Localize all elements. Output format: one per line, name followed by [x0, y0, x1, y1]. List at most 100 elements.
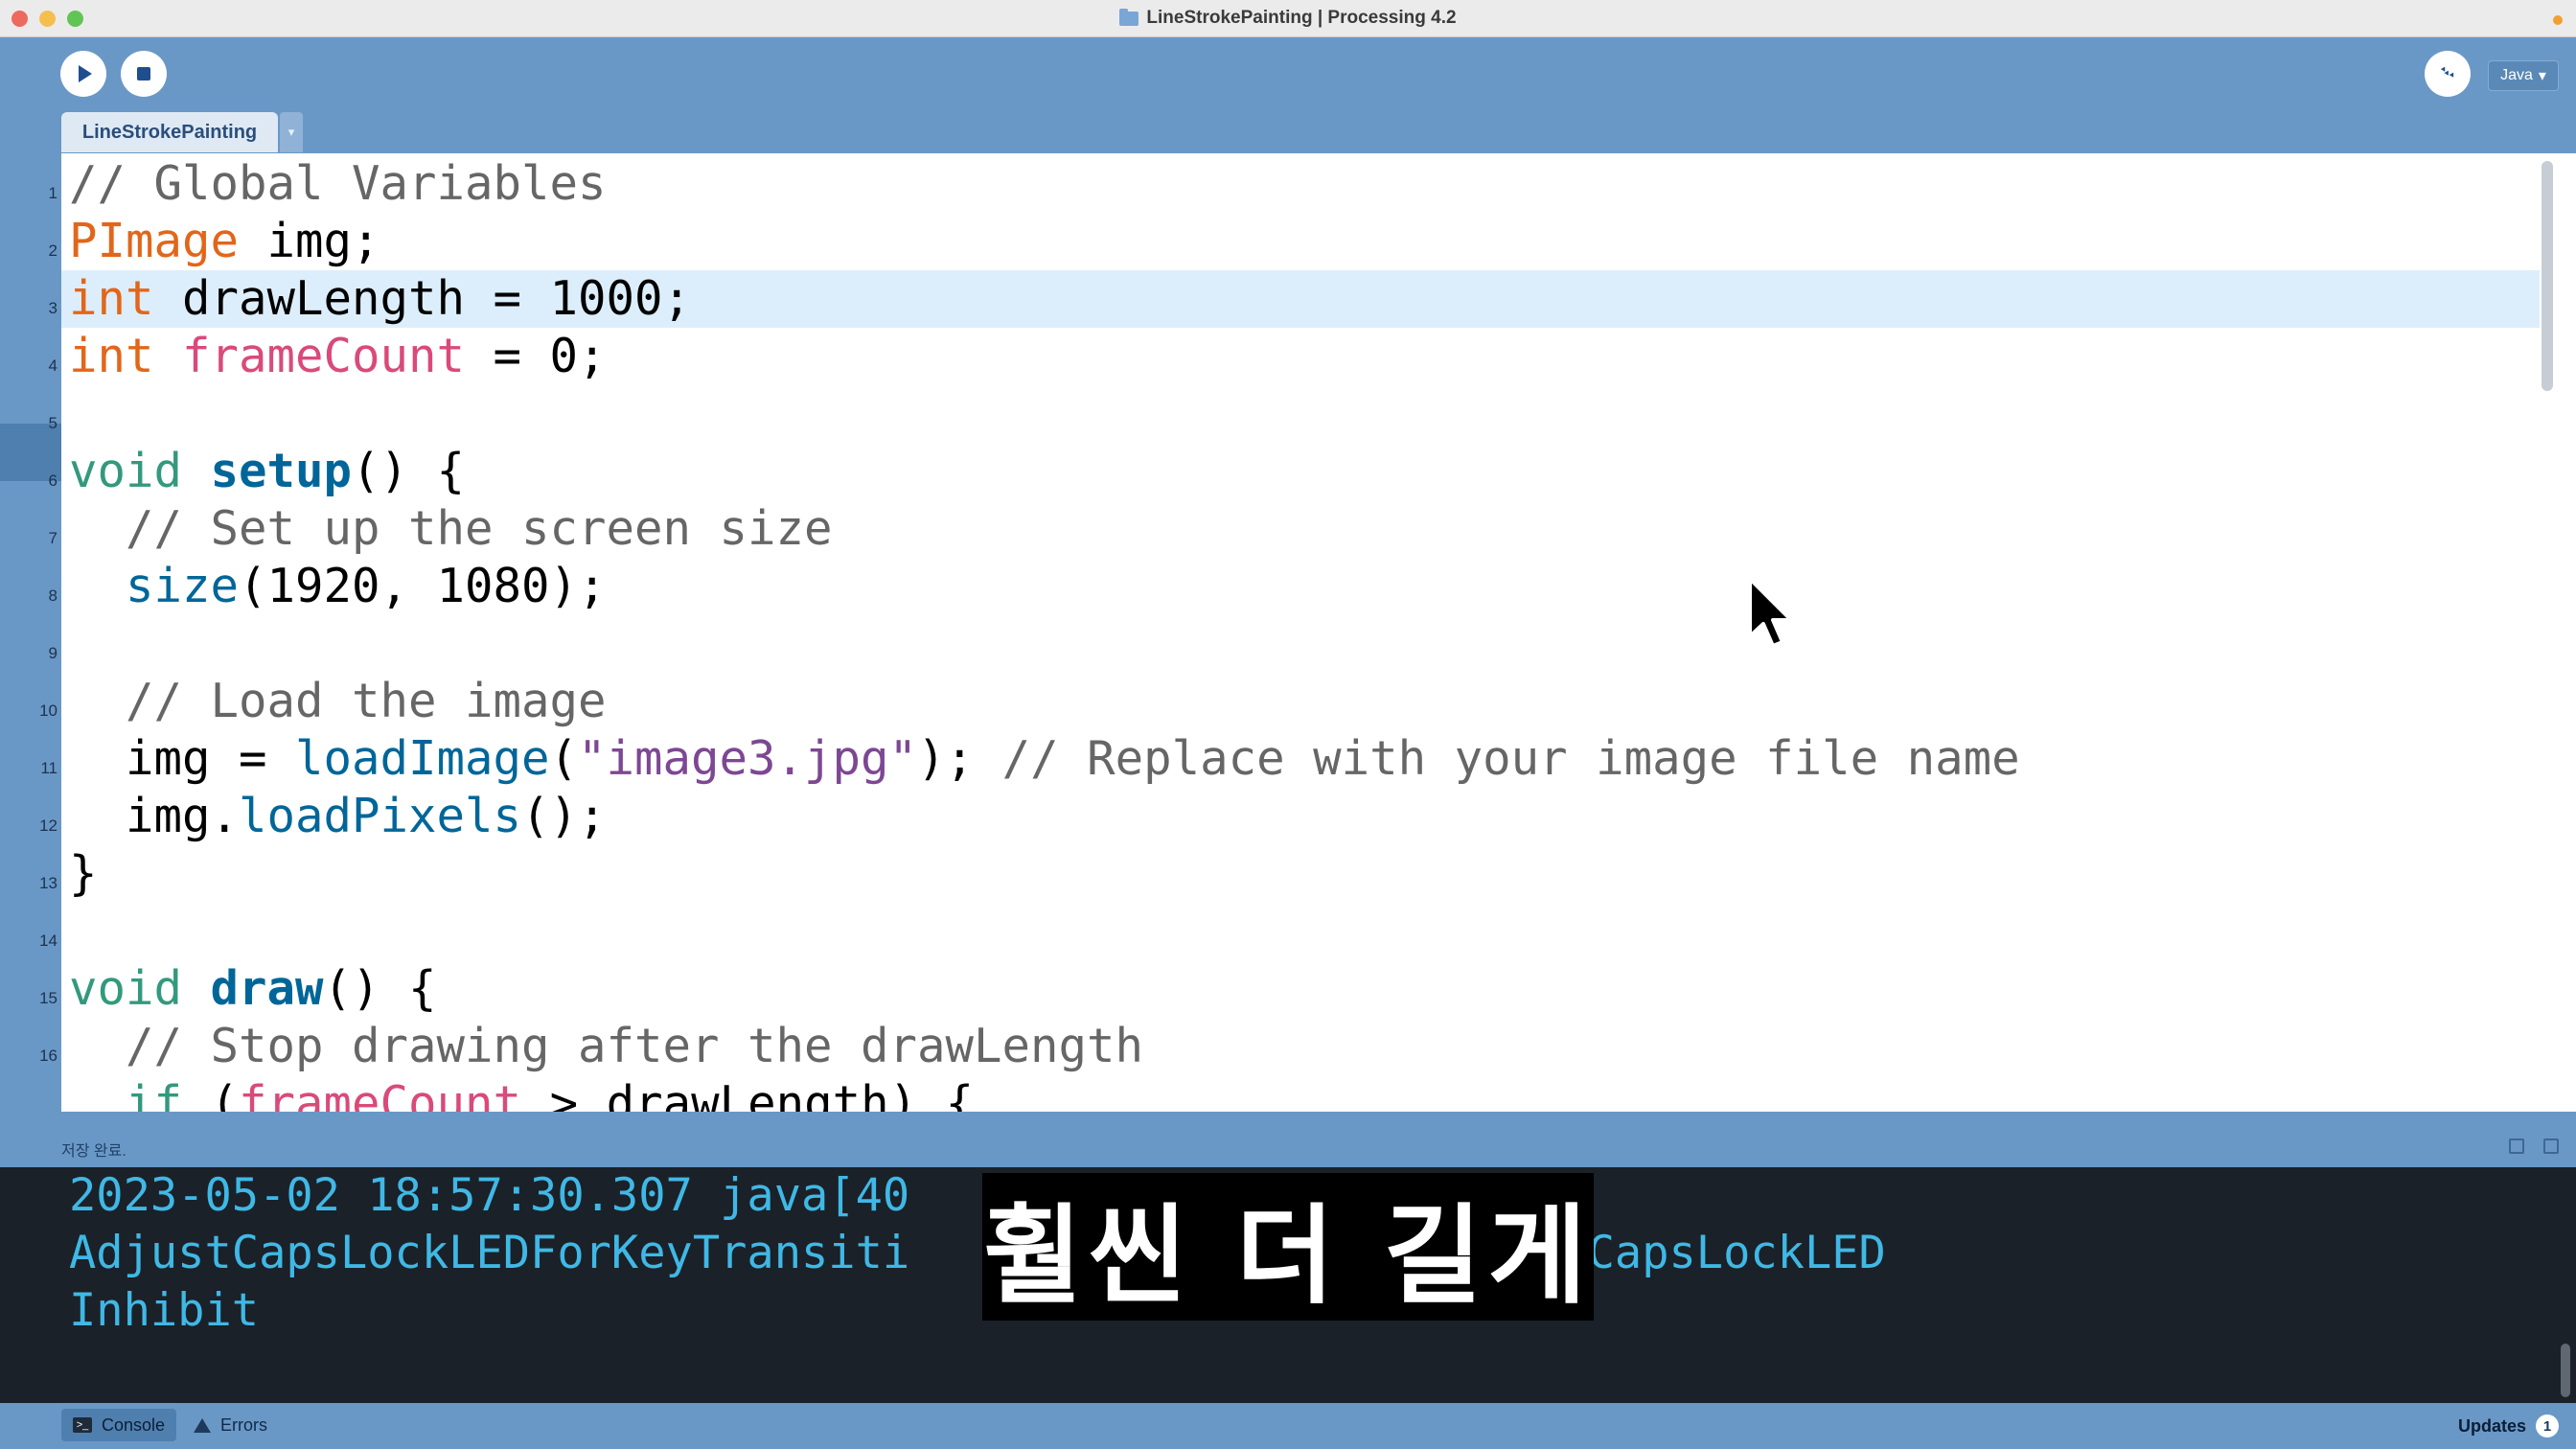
code-token: () {: [352, 444, 466, 498]
debug-button[interactable]: ࿙: [2425, 51, 2471, 97]
line-number: 10: [39, 702, 58, 720]
updates-button[interactable]: Updates 1: [2458, 1414, 2559, 1438]
status-bar: 저장 완료.: [0, 1129, 2576, 1167]
code-token: frameCount: [239, 1076, 522, 1112]
code-token: if: [126, 1076, 183, 1112]
tab-menu-button[interactable]: ▾: [280, 112, 303, 152]
clear-console-icon[interactable]: [2543, 1138, 2559, 1154]
line-number: 5: [48, 414, 58, 432]
code-token: setup: [210, 444, 353, 498]
console-line: 2023-05-02 18:57:30.307 java[40: [69, 1169, 910, 1222]
code-line[interactable]: // Load the image: [61, 673, 2540, 730]
line-number: 2: [48, 242, 58, 260]
code-token: > drawLength) {: [521, 1076, 975, 1112]
line-number: 12: [39, 816, 58, 835]
code-line[interactable]: img.loadPixels();: [61, 788, 2540, 845]
line-number: 3: [48, 299, 58, 317]
code-token: frameCount: [182, 329, 466, 383]
code-line[interactable]: // Set up the screen size: [61, 500, 2540, 558]
line-number: 9: [48, 644, 58, 662]
code-line[interactable]: img = loadImage("image3.jpg"); // Replac…: [61, 730, 2540, 788]
code-line[interactable]: // Global Variables: [61, 155, 2540, 213]
code-token: );: [917, 731, 1002, 786]
stop-button[interactable]: [121, 51, 167, 97]
code-token: drawLength = 1000;: [153, 271, 692, 326]
code-line[interactable]: void draw() {: [61, 960, 2540, 1018]
title-bar: LineStrokePainting | Processing 4.2: [0, 0, 2576, 37]
code-token: }: [69, 846, 98, 901]
console-line: AdjustCapsLockLEDForKeyTransiti hysicalK…: [69, 1227, 1886, 1279]
mode-label: Java: [2500, 67, 2533, 83]
code-token: ();: [521, 789, 607, 843]
code-token: () {: [323, 961, 437, 1016]
code-token: (: [549, 731, 579, 786]
code-token: // Set up the screen size: [69, 501, 833, 556]
code-line[interactable]: [61, 615, 2540, 673]
console-tab-label: Console: [102, 1414, 166, 1435]
tab-linestrokepainting[interactable]: LineStrokePainting: [61, 112, 278, 152]
code-token: PImage: [69, 214, 240, 268]
mode-selector[interactable]: Java ▾: [2488, 60, 2559, 91]
code-token: "image3.jpg": [578, 731, 918, 786]
copy-icon[interactable]: [2509, 1138, 2524, 1154]
code-token: int: [69, 329, 154, 383]
code-token: int: [69, 271, 154, 326]
code-line[interactable]: [61, 385, 2540, 443]
code-token: (1920, 1080);: [239, 559, 607, 613]
console-icon: >_: [73, 1417, 92, 1433]
code-token: // Load the image: [69, 674, 607, 728]
code-token: // Replace with your image file name: [1001, 731, 2020, 786]
folder-icon: [1119, 8, 1139, 26]
line-number: 13: [39, 874, 58, 892]
line-number: 14: [39, 932, 58, 950]
notification-dot: [2553, 15, 2563, 25]
code-line[interactable]: // Stop drawing after the drawLength: [61, 1018, 2540, 1075]
code-token: void: [69, 444, 183, 498]
code-editor[interactable]: // Global Variables PImage img; int drawLe…: [61, 153, 2540, 1112]
console-scrollbar[interactable]: [2561, 1344, 2570, 1397]
mouse-cursor-icon: [1748, 577, 1793, 648]
code-line[interactable]: void setup() {: [61, 443, 2540, 500]
code-token: img.: [69, 789, 240, 843]
updates-label: Updates: [2457, 1415, 2526, 1436]
play-icon: [79, 65, 92, 82]
chevron-down-icon: ▾: [288, 125, 295, 139]
line-number: 1: [48, 184, 58, 202]
code-line[interactable]: }: [61, 845, 2540, 903]
code-token: void: [69, 961, 183, 1016]
code-token: img =: [69, 731, 296, 786]
code-line[interactable]: int drawLength = 1000;: [61, 270, 2540, 328]
code-token: = 0;: [465, 329, 607, 383]
line-number: 6: [48, 472, 58, 490]
line-number: 11: [40, 759, 58, 777]
code-line[interactable]: size(1920, 1080);: [61, 558, 2540, 615]
code-token: loadPixels: [239, 789, 522, 843]
status-message: 저장 완료.: [61, 1143, 126, 1160]
code-line[interactable]: [61, 903, 2540, 960]
tab-console[interactable]: >_ Console: [61, 1409, 177, 1441]
code-token: img;: [239, 214, 380, 268]
line-number: 16: [39, 1046, 58, 1065]
line-number: 7: [48, 529, 58, 547]
code-token: // Global Variables: [69, 156, 607, 211]
code-token: (: [182, 1076, 240, 1112]
line-number: 8: [48, 586, 58, 605]
bottom-tab-bar: >_ Console Errors Updates 1: [0, 1403, 2576, 1449]
console-line: Inhibit: [69, 1284, 260, 1337]
code-token: loadImage: [295, 731, 550, 786]
tab-errors[interactable]: Errors: [182, 1409, 279, 1441]
editor-scrollbar[interactable]: [2542, 161, 2553, 391]
code-line[interactable]: if (frameCount > drawLength) {: [61, 1075, 2540, 1112]
bug-icon: ࿙: [2440, 60, 2455, 86]
code-line[interactable]: int frameCount = 0;: [61, 328, 2540, 385]
stop-icon: [137, 67, 150, 80]
run-button[interactable]: [60, 51, 106, 97]
chevron-down-icon: ▾: [2538, 68, 2546, 84]
code-line[interactable]: PImage img;: [61, 213, 2540, 270]
code-token: // Stop drawing after the drawLength: [69, 1019, 1144, 1073]
errors-tab-label: Errors: [220, 1414, 267, 1435]
